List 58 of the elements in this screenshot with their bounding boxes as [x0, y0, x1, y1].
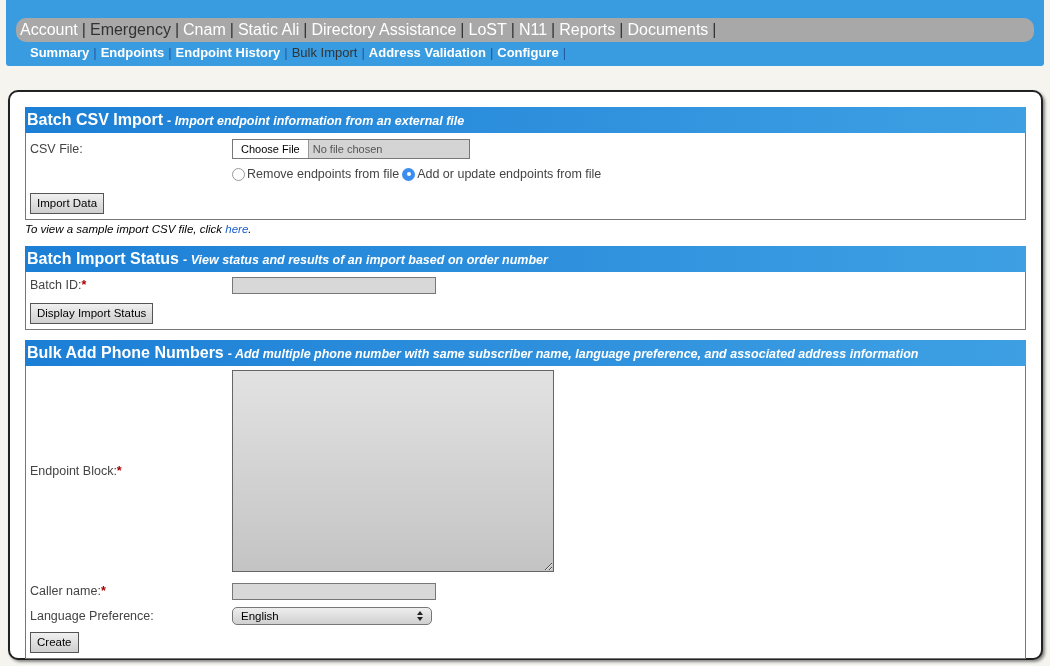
- radio-icon[interactable]: [402, 167, 416, 181]
- nav-link[interactable]: Cnam: [183, 18, 226, 42]
- nav-link[interactable]: Static Ali: [237, 18, 300, 42]
- nav-separator: |: [712, 20, 717, 40]
- nav-separator: |: [562, 44, 567, 62]
- batch-id-field[interactable]: [232, 277, 436, 295]
- display-import-status-button[interactable]: Display Import Status: [30, 303, 154, 325]
- nav-separator: |: [551, 20, 556, 40]
- section-title: Batch CSV Import: [27, 110, 163, 130]
- nav-separator: |: [619, 20, 624, 40]
- nav-link[interactable]: Documents: [627, 18, 709, 42]
- nav-link[interactable]: Summary: [30, 43, 90, 63]
- nav-link[interactable]: Configure: [497, 43, 559, 63]
- import-data-button[interactable]: Import Data: [30, 192, 105, 214]
- caller-name-field[interactable]: [232, 583, 436, 601]
- radio-label: Remove endpoints from file: [247, 166, 400, 183]
- radio-option[interactable]: Add or update endpoints from file: [402, 165, 602, 184]
- field-label: CSV File:: [30, 140, 84, 158]
- nav-link[interactable]: Endpoints: [100, 43, 165, 63]
- nav-separator: |: [303, 20, 308, 40]
- nav-link[interactable]: LoST: [468, 18, 507, 42]
- create-button[interactable]: Create: [30, 631, 79, 653]
- field-label: Batch ID:*: [30, 277, 88, 295]
- nav-separator: |: [81, 20, 86, 40]
- nav-separator: |: [93, 44, 97, 62]
- choose-file-button[interactable]: Choose File: [233, 140, 309, 158]
- field-label: Endpoint Block:*: [30, 462, 123, 480]
- nav-separator: |: [510, 20, 515, 40]
- nav-separator: |: [489, 44, 494, 62]
- sample-note: To view a sample import CSV file, click here.: [25, 222, 253, 237]
- radio-icon[interactable]: [232, 167, 245, 181]
- nav-separator: |: [284, 44, 288, 62]
- section-subtitle: - Add multiple phone number with same subscriber name, language preference, and associated address information: [227, 346, 919, 364]
- nav-link[interactable]: Endpoint History: [175, 43, 281, 63]
- file-input[interactable]: Choose File No file chosen: [232, 139, 470, 159]
- nav-separator: |: [229, 20, 234, 40]
- nav-link[interactable]: Address Validation: [368, 43, 486, 63]
- updown-icon: [417, 611, 423, 622]
- section-title: Bulk Add Phone Numbers: [27, 343, 224, 364]
- nav-link[interactable]: Bulk Import: [291, 43, 358, 63]
- section-title: Batch Import Status: [27, 249, 179, 270]
- section-subtitle: - View status and results of an import based on order number: [183, 252, 548, 270]
- nav-separator: |: [168, 44, 172, 62]
- radio-label: Add or update endpoints from file: [417, 166, 602, 183]
- field-label: Language Preference:: [30, 608, 155, 625]
- nav-link[interactable]: Reports: [559, 18, 616, 42]
- nav-link[interactable]: Account: [20, 18, 78, 42]
- radio-option[interactable]: Remove endpoints from file: [232, 165, 400, 184]
- nav-separator: |: [174, 20, 180, 40]
- nav-link[interactable]: N11: [518, 18, 548, 42]
- section-subtitle: - Import endpoint information from an external file: [167, 113, 465, 130]
- field-label: Caller name:*: [30, 583, 107, 601]
- language-select[interactable]: English: [232, 607, 432, 626]
- nav-separator: |: [460, 20, 465, 40]
- nav-link[interactable]: Emergency: [89, 18, 171, 42]
- file-status: No file chosen: [312, 141, 383, 157]
- nav-separator: |: [361, 44, 365, 62]
- nav-link[interactable]: Directory Assistance: [311, 18, 457, 42]
